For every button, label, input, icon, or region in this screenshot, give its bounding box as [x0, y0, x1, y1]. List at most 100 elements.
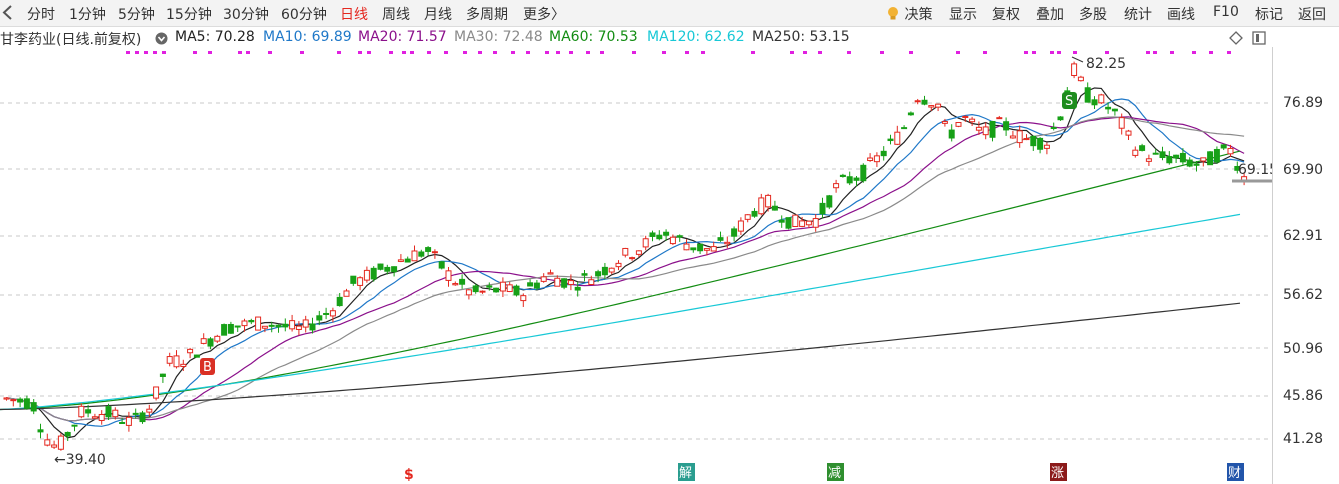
- event-marker-finance[interactable]: 财: [1227, 463, 1244, 481]
- candle-body: [744, 214, 751, 220]
- candle-body: [567, 280, 574, 285]
- tab-daily[interactable]: 日线: [340, 4, 368, 24]
- candle-body: [914, 100, 921, 103]
- candle-body: [207, 338, 214, 347]
- adjust-button[interactable]: 复权: [992, 4, 1020, 24]
- signal-dot: [1105, 51, 1109, 54]
- candlestick-chart[interactable]: 69.15 82.25 ←39.40 B S $ 解 减 涨 财: [0, 47, 1273, 484]
- candle-body: [921, 99, 928, 105]
- tab-15min[interactable]: 15分钟: [166, 4, 212, 24]
- f10-button[interactable]: F10: [1213, 4, 1239, 20]
- y-tick: 50.96: [1283, 341, 1324, 357]
- price-tag: 69.15: [1238, 162, 1273, 178]
- back-arrow-icon[interactable]: [0, 3, 16, 22]
- candle-body: [948, 129, 955, 139]
- buy-label: B: [203, 360, 212, 375]
- candle-body: [846, 176, 853, 184]
- candle-body: [751, 210, 758, 217]
- signal-dot: [569, 51, 573, 54]
- candle-body: [1111, 108, 1118, 112]
- candle-body: [635, 250, 642, 255]
- candle-body: [826, 195, 833, 208]
- candle-body: [554, 277, 561, 287]
- candle-body: [690, 247, 697, 251]
- tab-multi-period[interactable]: 多周期: [466, 4, 508, 24]
- signal-dot: [135, 51, 139, 54]
- signal-dot: [1057, 51, 1061, 54]
- candle-body: [23, 398, 30, 409]
- tab-60min[interactable]: 60分钟: [281, 4, 327, 24]
- signal-dot: [208, 51, 212, 54]
- low-label: ←39.40: [54, 452, 106, 468]
- candle-body: [907, 112, 914, 116]
- candle-body: [819, 202, 826, 215]
- sell-marker[interactable]: S: [1062, 92, 1077, 109]
- event-marker-unlock[interactable]: 解: [678, 463, 695, 481]
- signal-dot: [1050, 51, 1054, 54]
- candle-body: [581, 273, 588, 276]
- tab-intraday[interactable]: 分时: [27, 4, 55, 24]
- candle-body: [1071, 63, 1078, 76]
- return-button[interactable]: 返回: [1298, 4, 1326, 24]
- candle-body: [649, 232, 656, 237]
- candle-body: [295, 325, 302, 330]
- tab-more[interactable]: 更多〉: [523, 4, 565, 24]
- candle-body: [377, 263, 384, 270]
- tab-1min[interactable]: 1分钟: [69, 4, 106, 24]
- event-marker-dividend[interactable]: $: [404, 467, 414, 483]
- display-button[interactable]: 显示: [949, 4, 977, 24]
- panel-toggle-icon[interactable]: [1252, 31, 1266, 45]
- candle-body: [438, 261, 445, 269]
- candle-body: [1030, 135, 1037, 147]
- candle-body: [941, 121, 948, 124]
- tab-weekly[interactable]: 周线: [382, 4, 410, 24]
- candle-body: [574, 286, 581, 291]
- candle-body: [737, 220, 744, 232]
- candle-body: [1159, 151, 1166, 159]
- tab-monthly[interactable]: 月线: [424, 4, 452, 24]
- candle-body: [370, 267, 377, 280]
- signal-dot: [444, 51, 448, 54]
- event-marker-rise[interactable]: 涨: [1050, 463, 1067, 481]
- signal-dot: [1146, 51, 1150, 54]
- candle-body: [547, 272, 554, 275]
- diamond-icon[interactable]: [1229, 31, 1243, 45]
- statistics-button[interactable]: 统计: [1124, 4, 1152, 24]
- tab-5min[interactable]: 5分钟: [118, 4, 155, 24]
- candle-body: [697, 243, 704, 252]
- candle-body: [785, 217, 792, 229]
- reduce-marker-label: 减: [828, 466, 841, 481]
- rise-marker-label: 涨: [1051, 466, 1064, 481]
- candle-body: [731, 228, 738, 237]
- candle-body: [669, 236, 676, 245]
- signal-dot: [1024, 51, 1028, 54]
- event-marker-reduce[interactable]: 减: [827, 463, 844, 481]
- signal-dot: [463, 51, 467, 54]
- buy-marker[interactable]: B: [200, 358, 215, 375]
- candle-body: [472, 285, 479, 293]
- multi-stock-button[interactable]: 多股: [1079, 4, 1107, 24]
- ma120-label: MA120: 62.62: [647, 29, 745, 45]
- candle-body: [608, 267, 615, 273]
- candle-body: [989, 120, 996, 138]
- candle-body: [1220, 144, 1227, 149]
- tab-30min[interactable]: 30分钟: [223, 4, 269, 24]
- ma30-line: [6, 116, 1245, 422]
- candle-body: [1125, 130, 1132, 136]
- ma60-label: MA60: 70.53: [549, 29, 638, 45]
- candle-body: [955, 122, 962, 127]
- candle-body: [833, 183, 840, 189]
- decision-button[interactable]: 决策: [886, 4, 932, 24]
- dropdown-icon[interactable]: [155, 32, 168, 45]
- mark-button[interactable]: 标记: [1255, 4, 1283, 24]
- signal-dot: [246, 51, 250, 54]
- candle-body: [125, 416, 132, 426]
- draw-line-button[interactable]: 画线: [1167, 4, 1195, 24]
- signal-dot: [144, 51, 148, 54]
- finance-marker-label: 财: [1228, 466, 1241, 481]
- candle-body: [1084, 87, 1091, 103]
- signal-dot: [1227, 51, 1231, 54]
- candle-body: [248, 320, 255, 323]
- overlay-button[interactable]: 叠加: [1036, 4, 1064, 24]
- candle-body: [153, 386, 160, 399]
